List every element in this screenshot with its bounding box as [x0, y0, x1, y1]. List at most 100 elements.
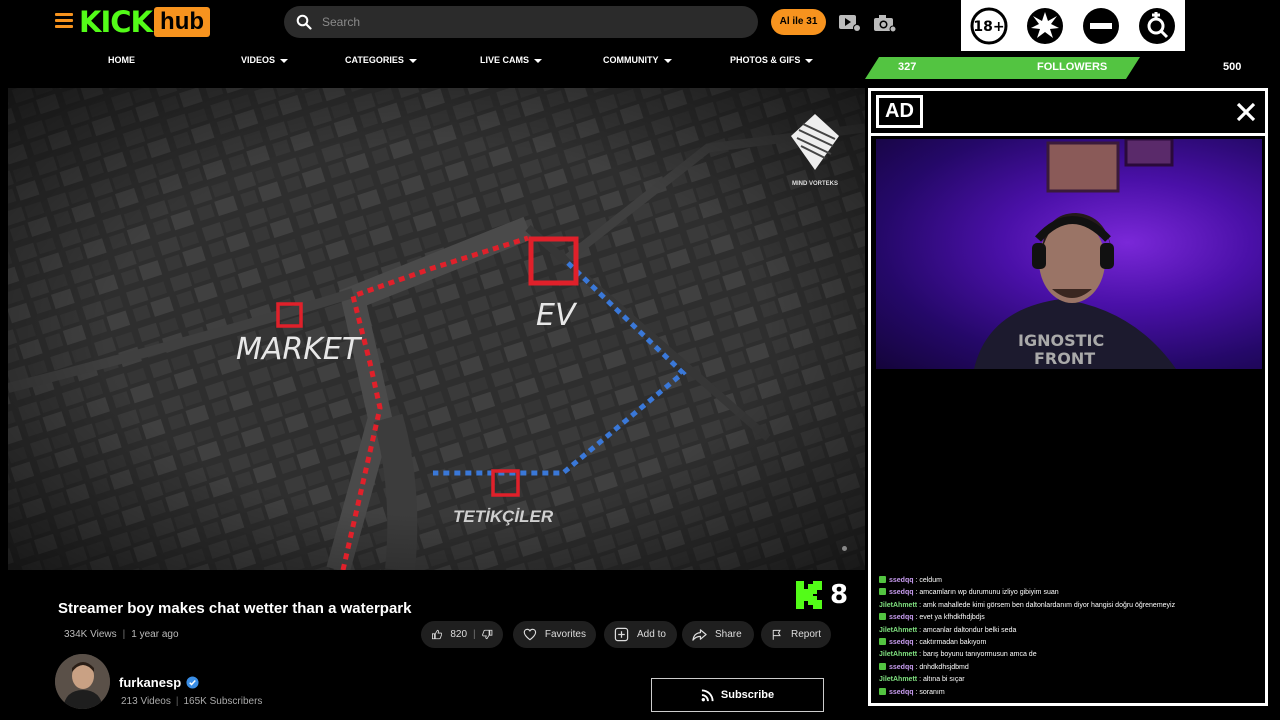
rss-icon: [701, 688, 714, 701]
channel-avatar[interactable]: [55, 654, 110, 709]
channel-subscriber-count: 165K Subscribers: [183, 696, 263, 707]
chat-user-badge-icon: [879, 613, 886, 621]
nav-home[interactable]: HOME: [108, 55, 135, 65]
map-label-ev: EV: [536, 298, 576, 333]
heart-icon: [523, 628, 537, 641]
explosion-icon[interactable]: [1024, 5, 1066, 47]
menu-icon[interactable]: [55, 13, 73, 29]
promo-pill-button[interactable]: Al ile 31: [771, 9, 826, 35]
main-nav: HOME VIDEOS CATEGORIES LIVE CAMS COMMUNI…: [0, 44, 868, 78]
chat-username[interactable]: JiletAhmett: [879, 602, 917, 609]
chat-username[interactable]: ssedqq: [889, 664, 914, 671]
chat-message: ssedqq : caktırmadan bakıyom: [879, 637, 1259, 649]
followers-label: FOLLOWERS: [1037, 61, 1108, 73]
flag-icon: [772, 629, 781, 640]
view-count: 334K Views: [64, 629, 117, 640]
channel-name: furkanesp: [119, 675, 182, 690]
chat-text: soranım: [919, 688, 945, 696]
site-logo[interactable]: KICK hub: [79, 5, 211, 39]
subscribe-button[interactable]: Subscribe: [651, 678, 824, 712]
close-icon[interactable]: [1235, 101, 1257, 123]
subscribe-label: Subscribe: [720, 689, 775, 701]
chat-message: JiletAhmett : amcanlar daltondur belki s…: [879, 625, 1259, 637]
video-title: Streamer boy makes chat wetter than a wa…: [58, 600, 412, 617]
search-bar[interactable]: [284, 6, 758, 38]
add-to-label: Add to: [637, 629, 666, 640]
chat-username[interactable]: ssedqq: [889, 639, 914, 646]
nav-live-cams[interactable]: LIVE CAMS: [480, 55, 543, 65]
thumbs-up-icon[interactable]: [431, 627, 443, 642]
watermark: MIND VORTEKS: [789, 112, 841, 187]
chat-user-badge-icon: [879, 588, 886, 596]
nav-home-label: HOME: [108, 55, 135, 65]
chat-username[interactable]: ssedqq: [889, 589, 914, 596]
add-to-button[interactable]: Add to: [604, 621, 677, 648]
share-label: Share: [715, 629, 742, 640]
chat-user-badge-icon: [879, 576, 886, 583]
ad-label: AD: [876, 95, 923, 128]
followers-current: 327: [898, 61, 917, 73]
kick-counter: 8: [796, 580, 848, 610]
map-label-tetikciler: TETİKÇİLER: [453, 507, 554, 526]
like-dislike-button[interactable]: 820 |: [421, 621, 503, 648]
video-player[interactable]: MIND VORTEKS MARKET EV TETİKÇİLER: [8, 88, 865, 570]
verified-badge-icon: [186, 676, 199, 689]
ad-divider: [871, 133, 1265, 136]
camera-upload-icon[interactable]: [873, 13, 897, 33]
chat-text: amcanlar daltondur belki seda: [922, 626, 1017, 634]
nav-videos[interactable]: VIDEOS: [241, 55, 289, 65]
plus-square-icon: [614, 627, 629, 642]
share-icon: [692, 629, 707, 641]
chat-username[interactable]: ssedqq: [889, 689, 914, 696]
chat-message: JiletAhmett : barış boyunu tanıyormusun …: [879, 649, 1259, 661]
svg-text:18+: 18+: [973, 19, 1004, 35]
channel-meta-separator: |: [175, 696, 179, 707]
chat-log: ssedqq : celdum ssedqq : amcamların wp du…: [879, 575, 1259, 699]
chat-username[interactable]: ssedqq: [889, 577, 914, 584]
watermark-logo-icon: [791, 114, 839, 170]
gender-search-icon[interactable]: [1136, 5, 1178, 47]
chat-text: dnhdkdhsjdbmd: [919, 663, 969, 671]
like-count: 820: [450, 629, 468, 640]
search-icon[interactable]: [296, 14, 312, 30]
chat-message: ssedqq : dnhdkdhsjdbmd: [879, 662, 1259, 674]
favorites-button[interactable]: Favorites: [513, 621, 596, 648]
followers-goal-bar: 327 FOLLOWERS 500: [865, 57, 1280, 79]
chat-text: barış boyunu tanıyormusun amca de: [922, 651, 1037, 659]
chat-username[interactable]: JiletAhmett: [879, 676, 917, 683]
chevron-down-icon: [534, 58, 543, 63]
chat-text: altına bi sıçar: [922, 676, 965, 684]
18-plus-icon[interactable]: 18+: [968, 5, 1010, 47]
nav-community[interactable]: COMMUNITY: [603, 55, 672, 65]
nav-community-label: COMMUNITY: [603, 55, 659, 65]
aerial-map-image: [8, 88, 865, 570]
channel-name-link[interactable]: furkanesp: [119, 675, 199, 690]
search-input[interactable]: [322, 15, 742, 29]
video-upload-icon[interactable]: [838, 13, 862, 33]
chat-message: ssedqq : evet ya kfhdkfhdjbdjs: [879, 612, 1259, 624]
video-meta: 334K Views | 1 year ago: [64, 629, 179, 640]
map-label-market: MARKET: [236, 332, 361, 367]
chat-username[interactable]: JiletAhmett: [879, 627, 917, 634]
report-button[interactable]: Report: [761, 621, 831, 648]
favorites-label: Favorites: [544, 629, 586, 640]
chevron-down-icon: [280, 58, 289, 63]
chat-message: ssedqq : soranım: [879, 687, 1259, 699]
nav-videos-label: VIDEOS: [241, 55, 276, 65]
nav-photos-gifs[interactable]: PHOTOS & GIFS: [730, 55, 814, 65]
chat-username[interactable]: ssedqq: [889, 614, 914, 621]
no-entry-icon[interactable]: [1080, 5, 1122, 47]
logo-kick-text: KICK: [79, 5, 153, 39]
thumbs-down-icon[interactable]: [481, 627, 493, 642]
share-button[interactable]: Share: [682, 621, 754, 648]
kick-logo-icon: [796, 581, 822, 609]
nav-categories[interactable]: CATEGORIES: [345, 55, 417, 65]
like-separator: |: [473, 629, 476, 640]
upload-age: 1 year ago: [131, 629, 179, 640]
nav-photos-gifs-label: PHOTOS & GIFS: [730, 55, 801, 65]
webcam-feed[interactable]: IGNOSTIC FRONT: [876, 139, 1262, 369]
channel-video-count: 213 Videos: [121, 696, 171, 707]
chat-username[interactable]: JiletAhmett: [879, 651, 917, 658]
watermark-text: MIND VORTEKS: [791, 181, 838, 187]
badge-strip: 18+: [961, 0, 1185, 51]
